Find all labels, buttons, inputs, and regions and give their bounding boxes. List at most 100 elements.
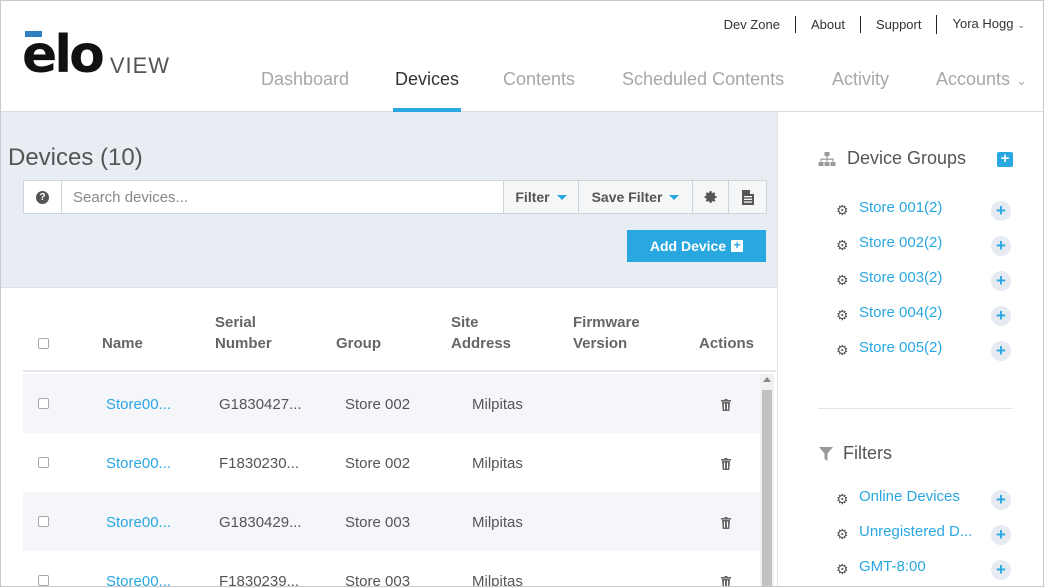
settings-button[interactable] — [692, 181, 728, 213]
device-name-link[interactable]: Store00... — [106, 455, 171, 472]
filter-item: ⚙ Unregistered D... + — [836, 523, 1036, 545]
apply-filter-button[interactable]: + — [991, 525, 1011, 545]
filter-link[interactable]: GMT-8:00 — [859, 558, 926, 575]
gear-icon[interactable]: ⚙ — [836, 237, 849, 254]
gear-icon[interactable]: ⚙ — [836, 202, 849, 219]
devices-table: Name Serial Number Group Site Address Firm… — [23, 289, 776, 587]
group-item: ⚙ Store 002(2) + — [836, 234, 1036, 256]
gear-icon[interactable]: ⚙ — [836, 272, 849, 289]
main-nav: Dashboard Devices Contents Scheduled Con… — [1, 57, 1043, 112]
tab-accounts[interactable]: Accounts ⌄ — [936, 69, 1027, 112]
right-sidebar: Device Groups + ⚙ Store 001(2) + ⚙ Store… — [777, 112, 1043, 586]
group-link[interactable]: Store 001(2) — [859, 199, 942, 216]
tab-contents[interactable]: Contents — [503, 69, 575, 112]
add-to-group-button[interactable]: + — [991, 201, 1011, 221]
scroll-up-arrow-icon[interactable] — [763, 377, 771, 382]
trash-icon[interactable] — [721, 399, 731, 411]
device-name-link[interactable]: Store00... — [106, 396, 171, 413]
col-serial-number[interactable]: Serial Number — [215, 312, 272, 354]
save-filter-label: Save Filter — [591, 189, 663, 205]
tab-scheduled-contents[interactable]: Scheduled Contents — [622, 69, 784, 112]
add-to-group-button[interactable]: + — [991, 271, 1011, 291]
trash-icon[interactable] — [721, 458, 731, 470]
group-link[interactable]: Store 002(2) — [859, 234, 942, 251]
filters-title: Filters — [843, 443, 892, 463]
site-address-cell: Milpitas — [472, 573, 523, 587]
filter-item: ⚙ GMT-8:00 + — [836, 558, 1036, 580]
export-report-button[interactable] — [728, 181, 766, 213]
row-checkbox[interactable] — [38, 457, 49, 468]
device-groups-title: Device Groups — [847, 148, 967, 168]
table-row: Store00... G1830427... Store 002 Milpita… — [23, 374, 760, 433]
row-checkbox[interactable] — [38, 516, 49, 527]
gear-icon — [704, 191, 717, 203]
col-firmware-line2: Version — [573, 335, 628, 352]
col-group[interactable]: Group — [336, 333, 381, 354]
chevron-down-icon: ⌄ — [1016, 73, 1027, 88]
tab-activity[interactable]: Activity — [832, 69, 889, 112]
gear-icon[interactable]: ⚙ — [836, 526, 849, 543]
save-filter-dropdown-button[interactable]: Save Filter — [578, 181, 692, 213]
row-checkbox[interactable] — [38, 575, 49, 586]
filter-item: ⚙ Online Devices + — [836, 488, 1036, 510]
row-checkbox[interactable] — [38, 398, 49, 409]
apply-filter-button[interactable]: + — [991, 560, 1011, 580]
group-link[interactable]: Store 005(2) — [859, 339, 942, 356]
support-link[interactable]: Support — [859, 16, 937, 33]
serial-number-cell: G1830429... — [219, 514, 302, 531]
add-device-button[interactable]: Add Device + — [627, 230, 766, 262]
funnel-icon — [819, 447, 833, 461]
filter-label: Filter — [515, 189, 550, 205]
col-name[interactable]: Name — [102, 333, 143, 354]
table-scrollbar[interactable] — [760, 374, 774, 586]
tab-label: Devices — [395, 69, 460, 89]
add-group-button[interactable]: + — [997, 151, 1013, 167]
help-button[interactable]: ? — [24, 181, 62, 213]
gear-icon[interactable]: ⚙ — [836, 307, 849, 324]
filter-link[interactable]: Online Devices — [859, 488, 960, 505]
add-to-group-button[interactable]: + — [991, 236, 1011, 256]
device-name-link[interactable]: Store00... — [106, 573, 171, 586]
group-cell: Store 003 — [345, 573, 411, 587]
col-serial-line1: Serial — [215, 314, 256, 331]
dev-zone-link[interactable]: Dev Zone — [709, 16, 795, 33]
sitemap-icon — [818, 152, 836, 166]
group-item: ⚙ Store 005(2) + — [836, 339, 1036, 361]
gear-icon[interactable]: ⚙ — [836, 342, 849, 359]
user-name: Yora Hogg — [952, 16, 1014, 31]
select-all-checkbox[interactable] — [38, 338, 49, 349]
group-link[interactable]: Store 004(2) — [859, 304, 942, 321]
gear-icon[interactable]: ⚙ — [836, 561, 849, 578]
scrollbar-thumb[interactable] — [762, 390, 772, 586]
col-site-line1: Site — [451, 314, 479, 331]
search-input[interactable] — [62, 181, 503, 213]
add-to-group-button[interactable]: + — [991, 306, 1011, 326]
col-serial-line2: Number — [215, 335, 272, 352]
report-icon — [741, 189, 754, 205]
tab-label: Dashboard — [261, 69, 350, 89]
search-bar: ? Filter Save Filter — [23, 180, 767, 214]
trash-icon[interactable] — [721, 517, 731, 529]
tab-label: Contents — [503, 69, 576, 89]
add-to-group-button[interactable]: + — [991, 341, 1011, 361]
tab-devices[interactable]: Devices — [393, 69, 462, 112]
col-firmware-version[interactable]: Firmware Version — [573, 312, 640, 354]
filter-link[interactable]: Unregistered D... — [859, 523, 972, 540]
filter-dropdown-button[interactable]: Filter — [503, 181, 578, 213]
apply-filter-button[interactable]: + — [991, 490, 1011, 510]
gear-icon[interactable]: ⚙ — [836, 491, 849, 508]
serial-number-cell: G1830427... — [219, 396, 302, 413]
about-link[interactable]: About — [794, 16, 860, 33]
user-menu[interactable]: Yora Hogg ⌄ — [936, 15, 1025, 34]
group-link[interactable]: Store 003(2) — [859, 269, 942, 286]
trash-icon[interactable] — [721, 576, 731, 587]
tab-label: Activity — [832, 69, 890, 89]
col-site-address[interactable]: Site Address — [451, 312, 511, 354]
tab-dashboard[interactable]: Dashboard — [261, 69, 349, 112]
tab-label: Scheduled Contents — [622, 69, 785, 89]
group-item: ⚙ Store 001(2) + — [836, 199, 1036, 221]
device-name-link[interactable]: Store00... — [106, 514, 171, 531]
chevron-down-icon: ⌄ — [1017, 20, 1025, 30]
logo-accent-bar — [25, 31, 42, 37]
site-address-cell: Milpitas — [472, 396, 523, 413]
